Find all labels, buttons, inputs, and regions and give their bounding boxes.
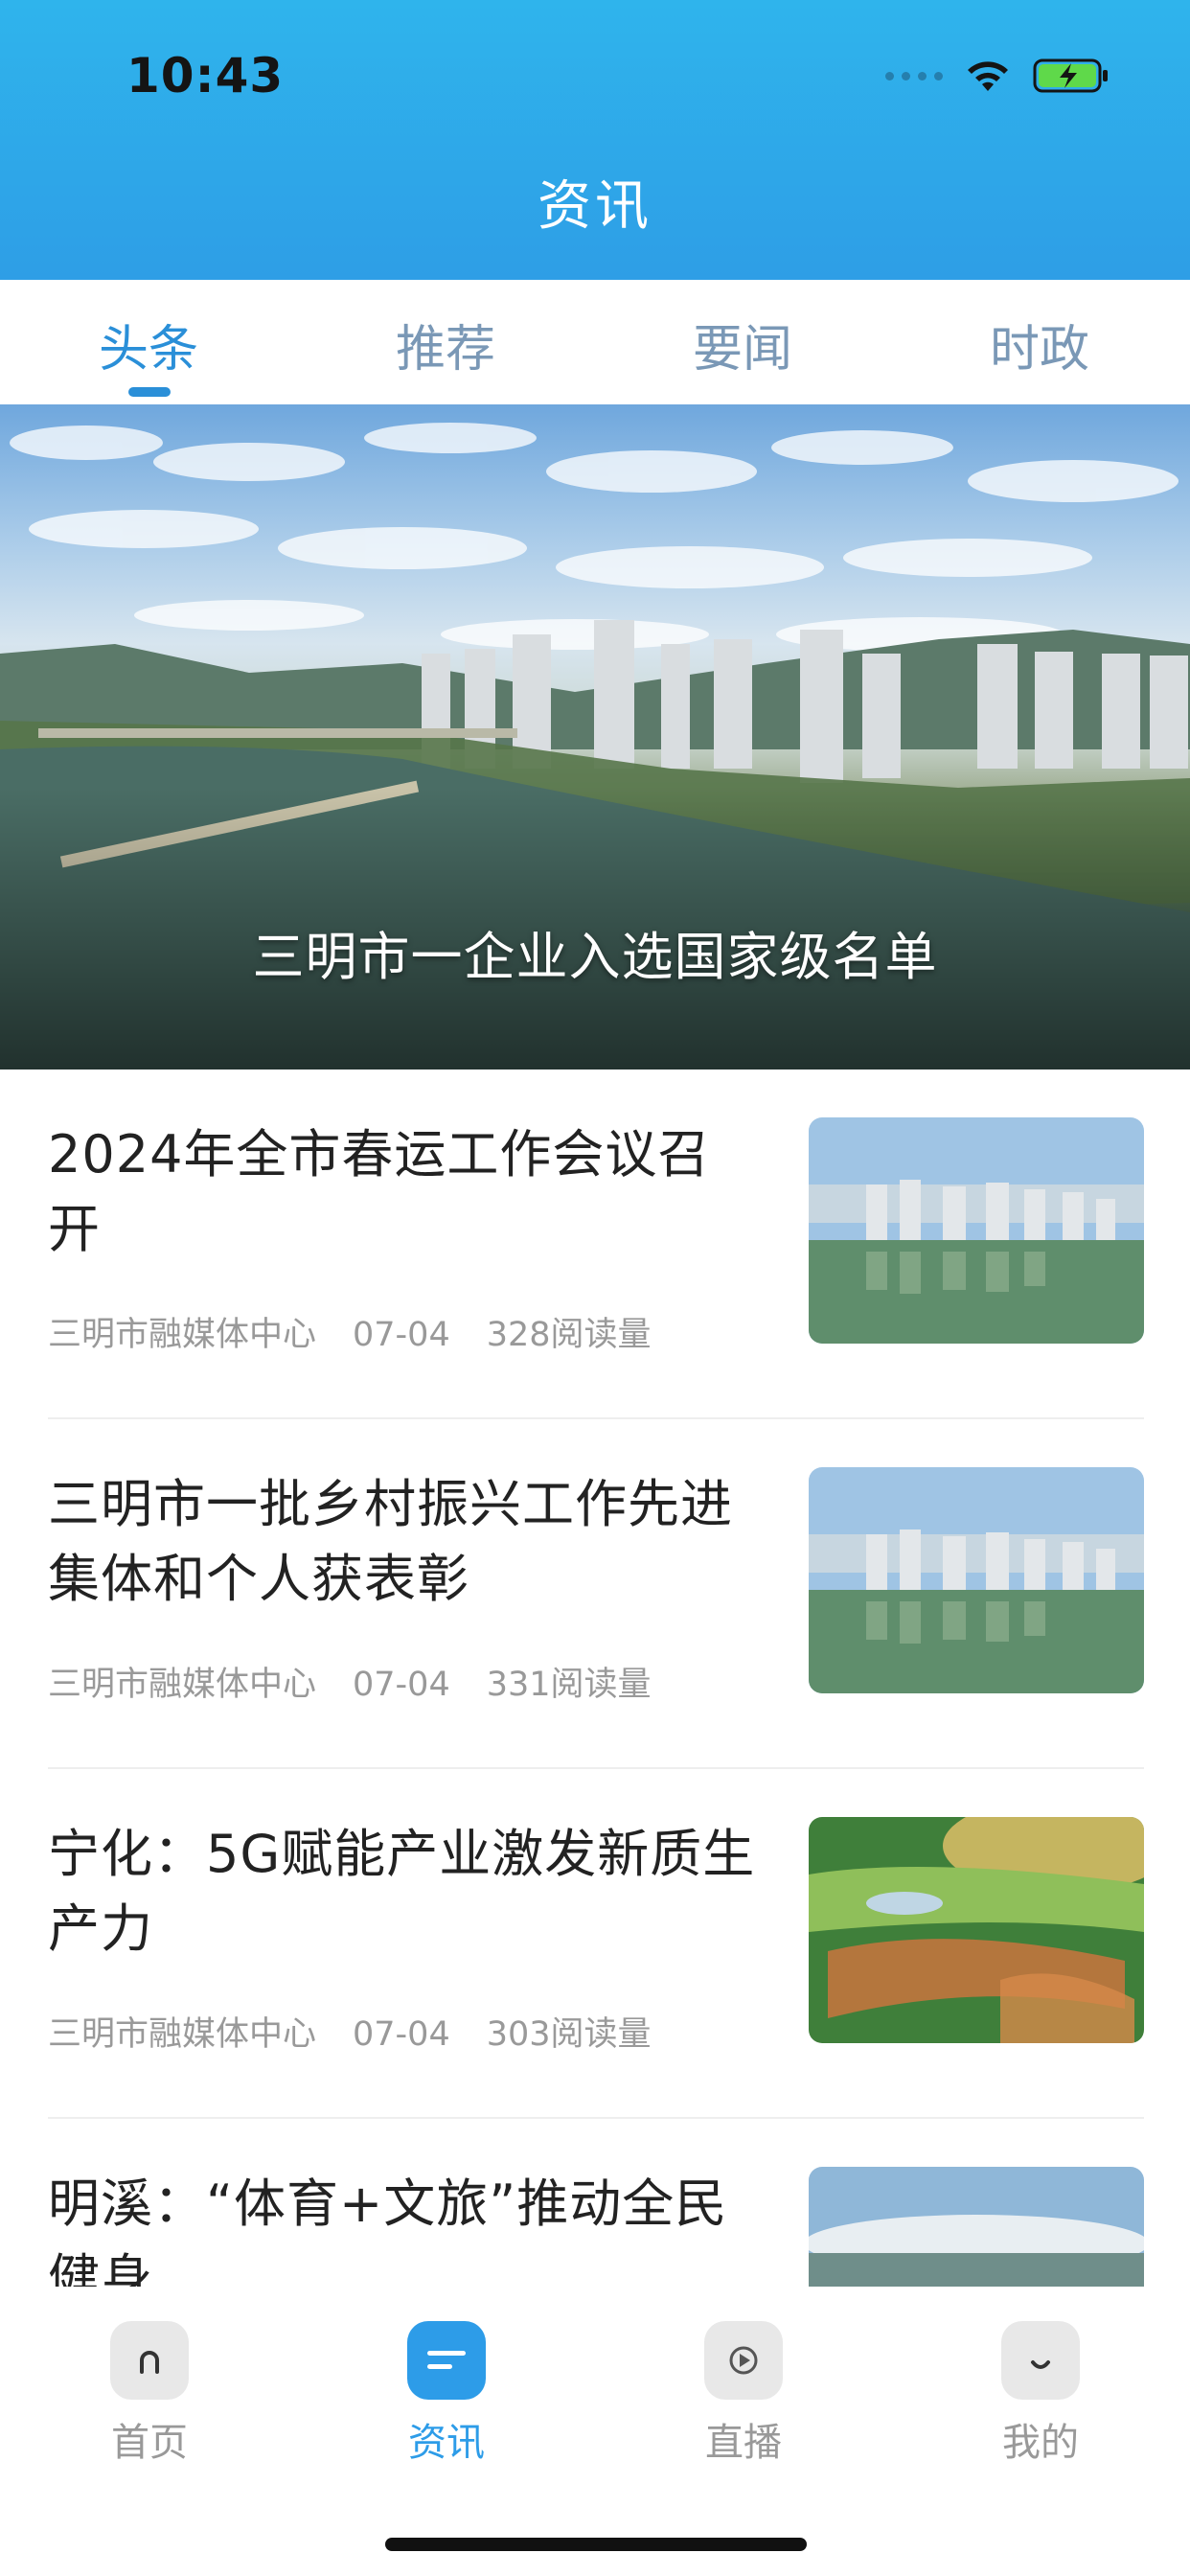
home-icon xyxy=(110,2321,189,2400)
news-meta: 三明市融媒体中心 07-04 331阅读量 xyxy=(48,1657,688,1706)
news-list: 2024年全市春运工作会议召开 三明市融媒体中心 07-04 328阅读量 三明市一… xyxy=(0,1070,1190,2287)
news-thumbnail xyxy=(809,1467,1144,1693)
play-icon xyxy=(704,2321,783,2400)
tabbar-label: 我的 xyxy=(1002,2421,1079,2465)
hero-caption: 三明市一企业入选国家级名单 xyxy=(252,927,938,987)
signal-icon xyxy=(885,71,943,80)
news-thumbnail xyxy=(809,1117,1144,1344)
profile-icon xyxy=(1001,2321,1080,2400)
news-item[interactable]: 宁化：5G赋能产业激发新质生产力 三明市融媒体中心 07-04 303阅读量 xyxy=(48,1769,1144,2119)
active-tab-indicator xyxy=(128,387,171,397)
news-title: 2024年全市春运工作会议召开 xyxy=(48,1124,711,1259)
tab-important-news[interactable]: 要闻 xyxy=(594,309,891,380)
tabbar-news[interactable]: 资讯 xyxy=(351,2321,542,2467)
news-reads: 303阅读量 xyxy=(486,2015,652,2054)
tabbar-profile[interactable]: 我的 xyxy=(945,2321,1136,2467)
news-source: 三明市融媒体中心 xyxy=(48,1666,317,1704)
page-title: 资讯 xyxy=(538,175,652,238)
news-title: 明溪：“体育+文旅”推动全民健身 xyxy=(48,2174,728,2287)
news-item[interactable]: 2024年全市春运工作会议召开 三明市融媒体中心 07-04 328阅读量 xyxy=(48,1070,1144,1419)
news-date: 07-04 xyxy=(353,2015,450,2054)
news-thumbnail xyxy=(809,1817,1144,2043)
tabbar-label: 直播 xyxy=(705,2421,782,2465)
news-source: 三明市融媒体中心 xyxy=(48,2015,317,2054)
news-reads: 328阅读量 xyxy=(486,1316,652,1354)
news-meta: 三明市融媒体中心 07-04 303阅读量 xyxy=(48,2007,688,2056)
news-date: 07-04 xyxy=(353,1316,450,1354)
hero-banner[interactable]: 三明市一企业入选国家级名单 xyxy=(0,404,1190,1070)
status-time: 10:43 xyxy=(126,48,285,104)
news-thumbnail xyxy=(809,2167,1144,2287)
tab-politics[interactable]: 时政 xyxy=(891,309,1188,380)
news-item[interactable]: 三明市一批乡村振兴工作先进集体和个人获表彰 三明市融媒体中心 07-04 331阅读… xyxy=(48,1419,1144,1769)
news-reads: 331阅读量 xyxy=(486,1666,652,1704)
tab-recommended[interactable]: 推荐 xyxy=(297,309,594,380)
category-tabs: 头条 推荐 要闻 时政 xyxy=(0,280,1190,404)
home-indicator xyxy=(385,2538,807,2551)
bottom-tab-bar: 首页 资讯 直播 我的 xyxy=(0,2287,1190,2576)
news-source: 三明市融媒体中心 xyxy=(48,1316,317,1354)
news-icon xyxy=(407,2321,486,2400)
news-date: 07-04 xyxy=(353,1666,450,1704)
wifi-icon xyxy=(968,61,1008,91)
news-title: 宁化：5G赋能产业激发新质生产力 xyxy=(48,1824,756,1959)
tabbar-home[interactable]: 首页 xyxy=(54,2321,245,2467)
news-item[interactable]: 明溪：“体育+文旅”推动全民健身 xyxy=(48,2119,1144,2287)
battery-charging-icon xyxy=(1033,58,1108,93)
top-header: 10:43 资讯 xyxy=(0,0,1190,280)
news-title: 三明市一批乡村振兴工作先进集体和个人获表彰 xyxy=(48,1474,733,1609)
tabbar-live[interactable]: 直播 xyxy=(648,2321,839,2467)
tabbar-label: 资讯 xyxy=(408,2421,485,2465)
status-icons xyxy=(885,58,1110,94)
tabbar-label: 首页 xyxy=(111,2421,188,2465)
news-meta: 三明市融媒体中心 07-04 328阅读量 xyxy=(48,1307,688,1356)
tab-headlines[interactable]: 头条 xyxy=(0,309,297,380)
